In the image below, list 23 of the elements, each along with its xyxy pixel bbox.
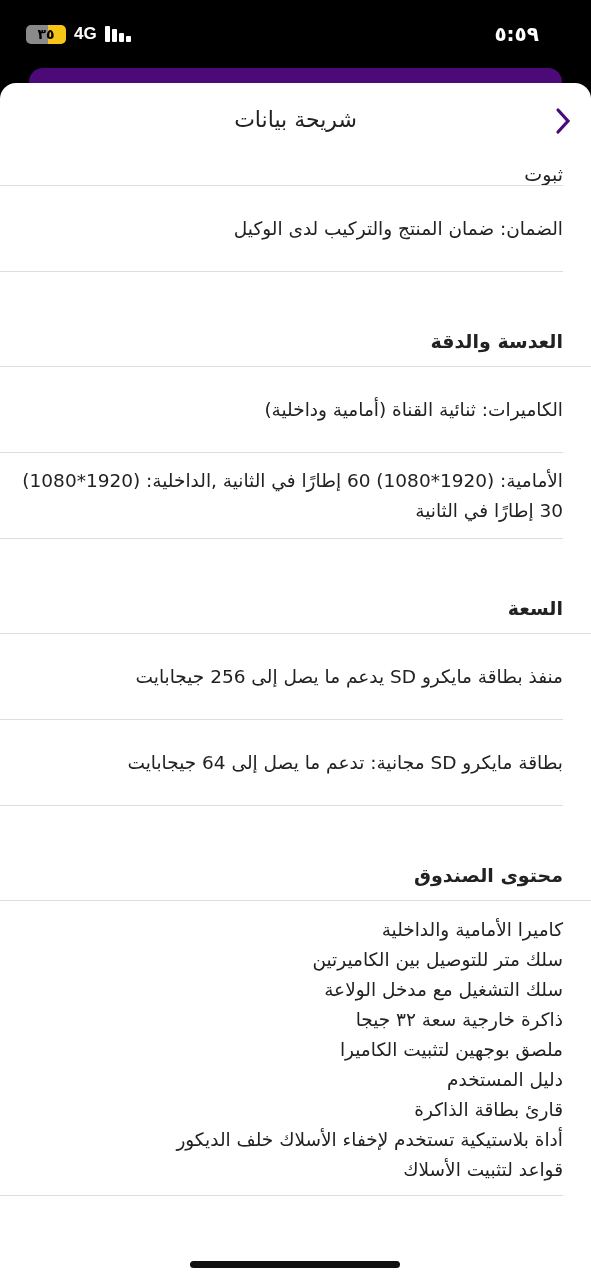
list-line: ذاكرة خارجية سعة ٣٢ جيجا	[354, 1008, 563, 1033]
list-line: دليل المستخدم	[446, 1068, 563, 1092]
sheet-title: شريحة بيانات	[234, 106, 357, 132]
chevron-right-icon[interactable]	[555, 107, 571, 135]
list-line: سلك متر للتوصيل بين الكاميرتين	[311, 948, 563, 973]
list-line: سلك التشغيل مع مدخل الولاعة	[323, 978, 563, 1003]
network-label: 4G	[74, 24, 97, 44]
list-line: أداة بلاستيكية تستخدم لإخفاء الأسلاك خلف الديكور	[174, 1126, 563, 1153]
spec-text: الكاميرات: ثنائية القناة (أمامية وداخلية)	[264, 396, 563, 423]
list-line: قواعد لتثبيت الأسلاك	[402, 1157, 563, 1183]
spec-text: بطاقة مايكرو SD مجانية: تدعم ما يصل إلى 64 جيجابايت	[127, 750, 563, 776]
spec-text: الأمامية: (1920*1080) 60 إطارًا في الثانية ,الداخلية: (1920*1080) 30 إطارًا في الثانية	[21, 468, 563, 524]
list-line: قارئ بطاقة الذاكرة	[413, 1098, 563, 1123]
clock-time: ٥:٥٩	[494, 22, 539, 46]
section-heading: محتوى الصندوق	[413, 864, 563, 886]
signal-icon	[104, 26, 131, 42]
spec-text: ثبوت	[524, 163, 563, 185]
section-heading: العدسة والدقة	[430, 330, 563, 352]
spec-text: منفذ بطاقة مايكرو SD يدعم ما يصل إلى 256 جيجابايت	[135, 664, 563, 690]
section-heading: السعة	[507, 597, 563, 619]
spec-text: الضمان: ضمان المنتج والتركيب لدى الوكيل	[233, 216, 563, 242]
list-line: ملصق بوجهين لتثبيت الكاميرا	[338, 1038, 563, 1063]
list-line: كاميرا الأمامية والداخلية	[380, 917, 563, 943]
